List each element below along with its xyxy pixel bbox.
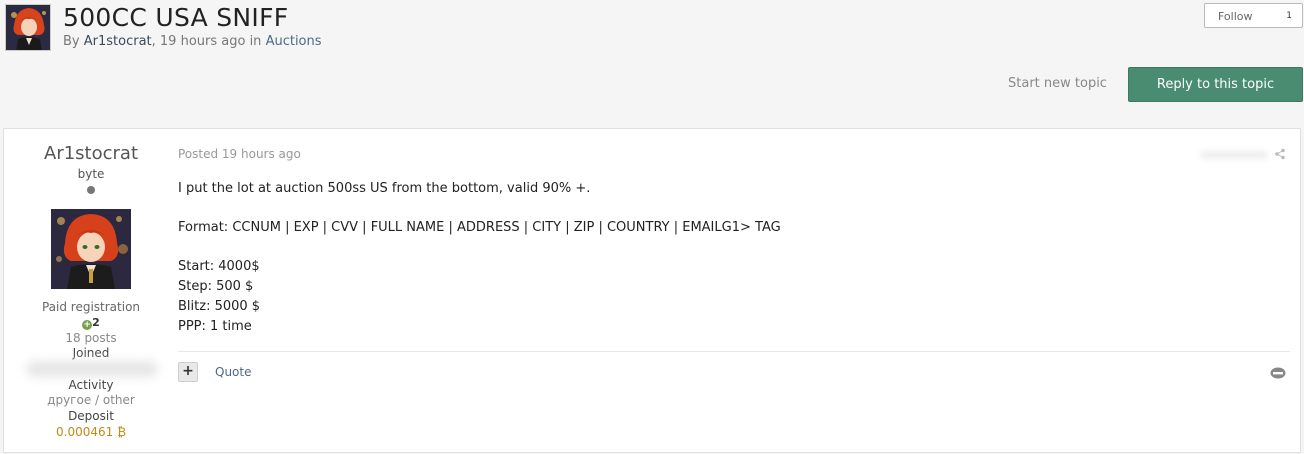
topic-byline: By Ar1stocrat, 19 hours ago in Auctions bbox=[63, 34, 322, 49]
deposit-value: 0.000461 ₿ bbox=[56, 425, 126, 439]
follow-label: Follow bbox=[1218, 10, 1253, 23]
reputation-plus-icon: + bbox=[82, 320, 93, 330]
post-line: Step: 500 $ bbox=[178, 279, 254, 294]
page-title: 500CC USA SNIFF bbox=[63, 3, 289, 32]
author-avatar-small[interactable] bbox=[5, 4, 51, 51]
member-group: Paid registration bbox=[41, 300, 141, 314]
author-rank: byte bbox=[77, 167, 105, 181]
quote-link[interactable]: Quote bbox=[215, 365, 251, 379]
follow-button[interactable]: Follow 1 bbox=[1204, 3, 1303, 28]
post-line: Format: CCNUM | EXP | CVV | FULL NAME | … bbox=[178, 220, 781, 235]
post-container: Ar1stocrat byte Paid registration +2 18 … bbox=[3, 128, 1301, 453]
activity-label: Activity bbox=[68, 378, 114, 392]
post-body: I put the lot at auction 500ss US from t… bbox=[178, 179, 781, 337]
start-new-topic-link[interactable]: Start new topic bbox=[1008, 76, 1107, 91]
forum-link[interactable]: Auctions bbox=[266, 34, 322, 49]
post-divider bbox=[178, 351, 1290, 352]
post-line: Start: 4000$ bbox=[178, 259, 260, 274]
post-line: PPP: 1 time bbox=[178, 319, 252, 334]
multiquote-button[interactable]: + bbox=[178, 362, 198, 382]
reply-button[interactable]: Reply to this topic bbox=[1128, 67, 1303, 102]
report-icon[interactable] bbox=[1270, 367, 1286, 379]
author-avatar[interactable] bbox=[51, 209, 131, 289]
topic-header: 500CC USA SNIFF By Ar1stocrat, 19 hours … bbox=[0, 0, 1304, 118]
share-area bbox=[1200, 148, 1286, 160]
posted-time[interactable]: Posted 19 hours ago bbox=[178, 147, 301, 161]
author-panel: Ar1stocrat byte Paid registration +2 18 … bbox=[4, 129, 178, 452]
share-icon[interactable] bbox=[1274, 148, 1286, 160]
author-name[interactable]: Ar1stocrat bbox=[4, 143, 178, 164]
post-line: Blitz: 5000 $ bbox=[178, 299, 261, 314]
joined-label: Joined bbox=[72, 346, 110, 360]
post-content: Posted 19 hours ago I put the lot at auc… bbox=[178, 129, 1300, 452]
deposit-label: Deposit bbox=[68, 409, 114, 423]
redacted-info bbox=[1200, 151, 1268, 159]
byline-author-link[interactable]: Ar1stocrat bbox=[84, 34, 152, 49]
post-count: 18 posts bbox=[65, 331, 117, 345]
reputation-value: 2 bbox=[92, 316, 100, 329]
byline-prefix: By bbox=[63, 34, 84, 49]
reputation-badge: +2 bbox=[4, 316, 178, 330]
follow-count: 1 bbox=[1286, 11, 1292, 21]
post-line: I put the lot at auction 500ss US from t… bbox=[178, 181, 591, 196]
activity-value: другое / other bbox=[47, 393, 135, 407]
joined-value-redacted bbox=[26, 361, 158, 377]
byline-time: , 19 hours ago in bbox=[151, 34, 266, 49]
online-status-icon bbox=[87, 186, 95, 194]
